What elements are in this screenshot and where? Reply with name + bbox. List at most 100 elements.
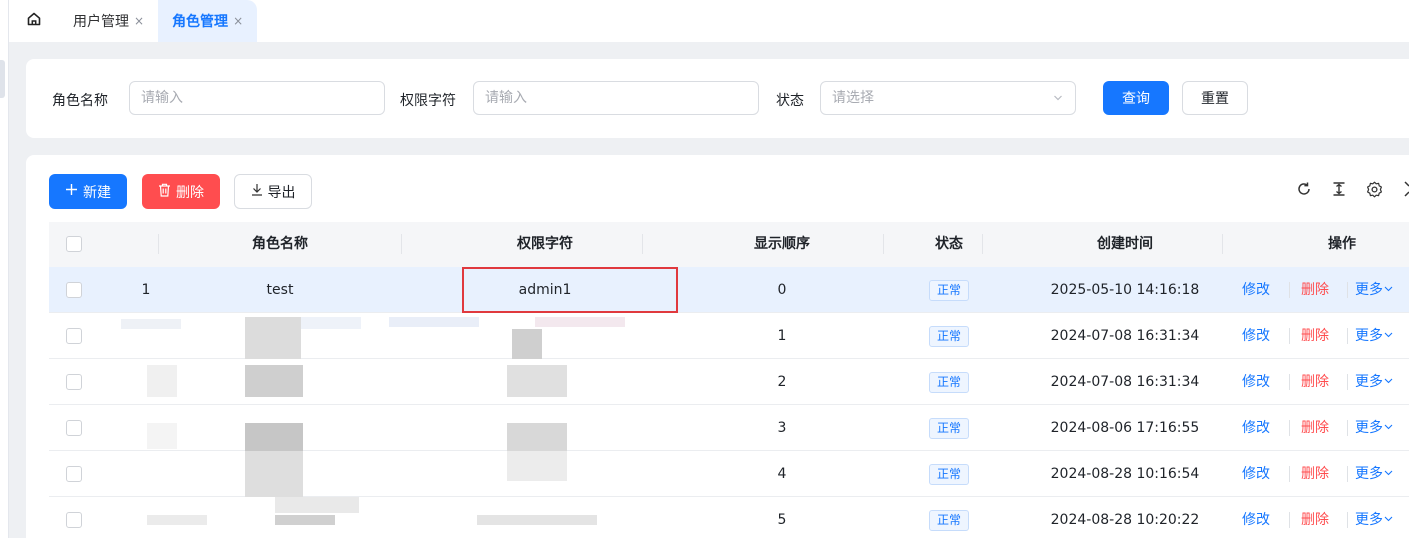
column-header-actions: 操作 [1328, 236, 1356, 252]
column-divider [642, 234, 643, 254]
close-icon[interactable]: × [233, 14, 243, 28]
left-edge-strip [0, 0, 9, 538]
table-row[interactable]: 1 test admin1 0 正常 2025-05-10 14:16:18 修… [49, 267, 1409, 313]
created-time-cell: 2024-07-08 16:31:34 [1050, 374, 1200, 390]
delete-link[interactable]: 删除 [1301, 451, 1329, 497]
table-row[interactable]: 1 正常 2024-07-08 16:31:34 修改 删除 更多 [49, 313, 1409, 359]
more-label: 更多 [1355, 282, 1383, 298]
tab-label: 用户管理 [73, 14, 129, 30]
table-row[interactable]: 3 正常 2024-08-06 17:16:55 修改 删除 更多 [49, 405, 1409, 451]
select-all-checkbox[interactable] [66, 236, 82, 252]
redacted-pixel-block [245, 365, 303, 397]
row-checkbox[interactable] [66, 466, 82, 482]
chevron-down-icon [1383, 420, 1394, 436]
query-button[interactable]: 查询 [1103, 81, 1169, 115]
new-button[interactable]: 新建 [49, 174, 127, 209]
redacted-pixel-block [512, 329, 542, 359]
plus-icon [65, 183, 78, 200]
created-time-cell: 2024-07-08 16:31:34 [1050, 328, 1200, 344]
edit-link[interactable]: 修改 [1242, 451, 1270, 497]
tab-home[interactable] [9, 0, 59, 42]
delete-link[interactable]: 删除 [1301, 359, 1329, 405]
more-dropdown[interactable]: 更多 [1355, 497, 1394, 538]
more-label: 更多 [1355, 328, 1383, 344]
action-divider [1347, 466, 1348, 482]
delete-link[interactable]: 删除 [1301, 267, 1329, 313]
more-dropdown[interactable]: 更多 [1355, 451, 1394, 497]
display-order-cell: 5 [777, 512, 787, 528]
reset-button[interactable]: 重置 [1182, 81, 1248, 115]
download-icon [251, 183, 263, 200]
action-divider [1347, 420, 1348, 436]
edit-link[interactable]: 修改 [1242, 359, 1270, 405]
row-index: 1 [141, 282, 151, 298]
delete-button-label: 删除 [176, 184, 204, 201]
redacted-pixel-block [147, 515, 207, 525]
row-checkbox[interactable] [66, 282, 82, 298]
column-height-icon[interactable] [1328, 178, 1350, 200]
delete-link[interactable]: 删除 [1301, 313, 1329, 359]
display-order-cell: 2 [777, 374, 787, 390]
refresh-icon[interactable] [1293, 178, 1315, 200]
home-icon [26, 11, 42, 31]
fullscreen-icon[interactable] [1398, 178, 1409, 200]
redacted-pixel-block [147, 423, 177, 449]
edit-link[interactable]: 修改 [1242, 497, 1270, 538]
tab-user-management[interactable]: 用户管理 × [59, 0, 158, 42]
edit-link[interactable]: 修改 [1242, 405, 1270, 451]
table-card: 新建 删除 导出 角色名称 权限字符 显示顺序 状态 创建时间 操作 1 tes… [26, 155, 1409, 538]
tab-role-management[interactable]: 角色管理 × [158, 0, 258, 42]
column-header-display-order[interactable]: 显示顺序 [692, 222, 872, 267]
action-divider [1347, 282, 1348, 298]
more-dropdown[interactable]: 更多 [1355, 359, 1394, 405]
export-button[interactable]: 导出 [234, 174, 312, 209]
delete-button[interactable]: 删除 [142, 174, 220, 209]
display-order-cell: 4 [777, 466, 787, 482]
status-placeholder: 请选择 [832, 90, 874, 106]
column-header-role-name[interactable]: 角色名称 [180, 222, 380, 267]
more-dropdown[interactable]: 更多 [1355, 405, 1394, 451]
table-row[interactable]: 2 正常 2024-07-08 16:31:34 修改 删除 更多 [49, 359, 1409, 405]
column-header-created-time[interactable]: 创建时间 [1025, 222, 1225, 267]
table-row[interactable]: 5 正常 2024-08-28 10:20:22 修改 删除 更多 [49, 497, 1409, 538]
settings-icon[interactable] [1363, 178, 1385, 200]
column-divider [982, 234, 983, 254]
trash-icon [158, 183, 171, 201]
edit-link[interactable]: 修改 [1242, 267, 1270, 313]
more-dropdown[interactable]: 更多 [1355, 313, 1394, 359]
close-icon[interactable]: × [134, 14, 144, 28]
column-header-permission[interactable]: 权限字符 [425, 222, 665, 267]
redacted-pixel-block [507, 451, 567, 481]
status-cell: 正常 [895, 405, 1003, 451]
row-checkbox[interactable] [66, 374, 82, 390]
role-name-input[interactable]: 请输入 [129, 81, 385, 115]
row-checkbox[interactable] [66, 512, 82, 528]
redacted-pixel-block [275, 515, 335, 525]
action-divider [1289, 466, 1290, 482]
action-divider [1289, 512, 1290, 528]
redacted-pixel-block [121, 319, 181, 329]
perm-input[interactable]: 请输入 [473, 81, 759, 115]
status-badge: 正常 [928, 463, 969, 485]
action-divider [1289, 420, 1290, 436]
chevron-down-icon [1053, 82, 1063, 114]
status-select[interactable]: 请选择 [820, 81, 1076, 115]
created-time-cell: 2024-08-28 10:20:22 [1050, 512, 1200, 528]
status-cell: 正常 [895, 451, 1003, 497]
row-checkbox[interactable] [66, 328, 82, 344]
row-checkbox[interactable] [66, 420, 82, 436]
status-cell: 正常 [895, 313, 1003, 359]
delete-link[interactable]: 删除 [1301, 405, 1329, 451]
table-row[interactable]: 4 正常 2024-08-28 10:16:54 修改 删除 更多 [49, 451, 1409, 497]
edit-link[interactable]: 修改 [1242, 313, 1270, 359]
more-dropdown[interactable]: 更多 [1355, 267, 1394, 313]
action-divider [1347, 512, 1348, 528]
tab-bar: 用户管理 × 角色管理 × [9, 0, 1409, 42]
role-name-placeholder: 请输入 [141, 90, 183, 106]
sidebar-collapse-handle[interactable] [0, 60, 5, 98]
column-header-status[interactable]: 状态 [895, 222, 1003, 267]
delete-link[interactable]: 删除 [1301, 497, 1329, 538]
redacted-pixel-block [389, 317, 479, 327]
display-order-cell: 3 [777, 420, 787, 436]
more-label: 更多 [1355, 374, 1383, 390]
